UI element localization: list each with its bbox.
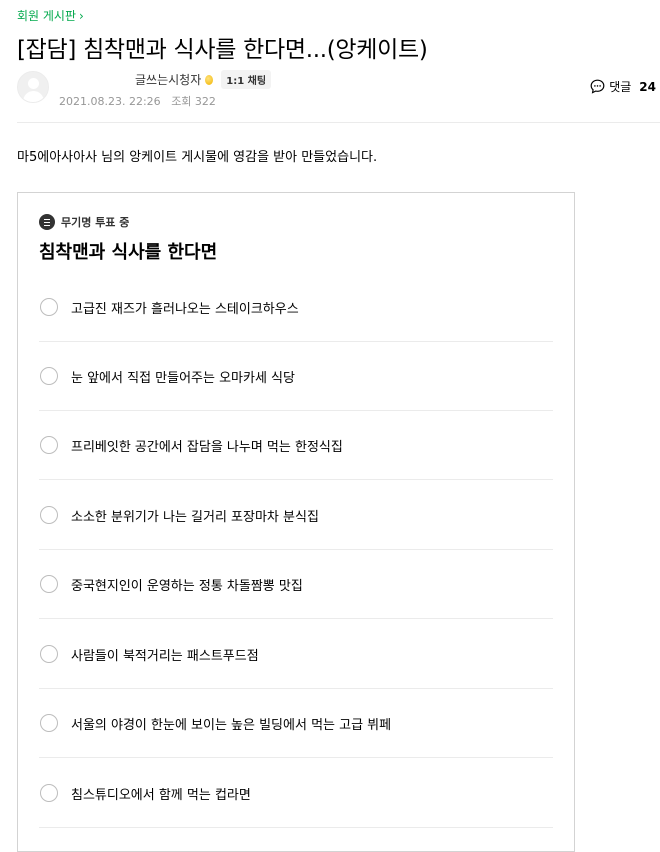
radio-button[interactable] [40, 506, 58, 524]
vote-option[interactable]: 프리베잇한 공간에서 잡담을 나누며 먹는 한정식집 [39, 411, 553, 480]
view-count: 조회 322 [171, 95, 216, 108]
chevron-right-icon: › [79, 8, 84, 23]
radio-button[interactable] [40, 714, 58, 732]
radio-button[interactable] [40, 645, 58, 663]
comment-button[interactable]: 댓글 24 [590, 78, 656, 95]
radio-button[interactable] [40, 298, 58, 316]
comment-count: 24 [639, 79, 656, 94]
post-title: [잡담] 침착맨과 식사를 한다면...(앙케이트) [17, 37, 428, 63]
vote-option[interactable]: 중국현지인이 운영하는 정통 차돌짬뽕 맛집 [39, 550, 553, 619]
vote-option[interactable]: 눈 앞에서 직접 만들어주는 오마카세 식당 [39, 342, 553, 411]
vote-option[interactable]: 사람들이 북적거리는 패스트푸드점 [39, 620, 553, 689]
vote-option-label: 중국현지인이 운영하는 정통 차돌짬뽕 맛집 [71, 578, 303, 594]
vote-icon [39, 214, 55, 230]
vote-option[interactable]: 서울의 야경이 한눈에 보이는 높은 빌딩에서 먹는 고급 뷔페 [39, 689, 553, 758]
post-date: 2021.08.23. 22:26 [59, 95, 161, 108]
board-link-label: 회원 게시판 [17, 9, 77, 23]
vote-option-label: 프리베잇한 공간에서 잡담을 나누며 먹는 한정식집 [71, 439, 343, 455]
vote-option[interactable]: 침스튜디오에서 함께 먹는 컵라면 [39, 759, 553, 828]
comment-label: 댓글 [609, 80, 632, 94]
vote-status: 무기명 투표 중 [39, 214, 129, 230]
vote-box: 무기명 투표 중 침착맨과 식사를 한다면 고급진 재즈가 흘러나오는 스테이크… [17, 192, 575, 852]
avatar[interactable] [17, 71, 49, 103]
chat-button[interactable]: 1:1 채팅 [221, 70, 272, 89]
vote-option[interactable]: 소소한 분위기가 나는 길거리 포장마차 분식집 [39, 481, 553, 550]
vote-option-label: 눈 앞에서 직접 만들어주는 오마카세 식당 [71, 370, 295, 386]
vote-option[interactable]: 고급진 재즈가 흘러나오는 스테이크하우스 [39, 273, 553, 342]
vote-option-label: 침스튜디오에서 함께 먹는 컵라면 [71, 787, 251, 803]
header-divider [17, 122, 660, 123]
post-intro: 마5에아사아사 님의 앙케이트 게시물에 영감을 받아 만들었습니다. [17, 150, 378, 165]
post-meta: 2021.08.23. 22:26 조회 322 [59, 93, 216, 109]
member-level-icon [205, 74, 214, 85]
vote-status-label: 무기명 투표 중 [61, 216, 130, 229]
vote-title: 침착맨과 식사를 한다면 [39, 242, 218, 263]
radio-button[interactable] [40, 436, 58, 454]
vote-option-label: 고급진 재즈가 흘러나오는 스테이크하우스 [71, 301, 299, 317]
vote-option-label: 소소한 분위기가 나는 길거리 포장마차 분식집 [71, 509, 319, 525]
radio-button[interactable] [40, 367, 58, 385]
author-name[interactable]: 글쓰는시청자 [135, 71, 201, 88]
board-link[interactable]: 회원 게시판 › [17, 7, 84, 24]
vote-option-label: 서울의 야경이 한눈에 보이는 높은 빌딩에서 먹는 고급 뷔페 [71, 717, 392, 733]
vote-option-label: 사람들이 북적거리는 패스트푸드점 [71, 648, 259, 664]
comment-icon [590, 79, 605, 94]
radio-button[interactable] [40, 784, 58, 802]
radio-button[interactable] [40, 575, 58, 593]
author-info: 글쓰는시청자 1:1 채팅 [135, 70, 272, 89]
